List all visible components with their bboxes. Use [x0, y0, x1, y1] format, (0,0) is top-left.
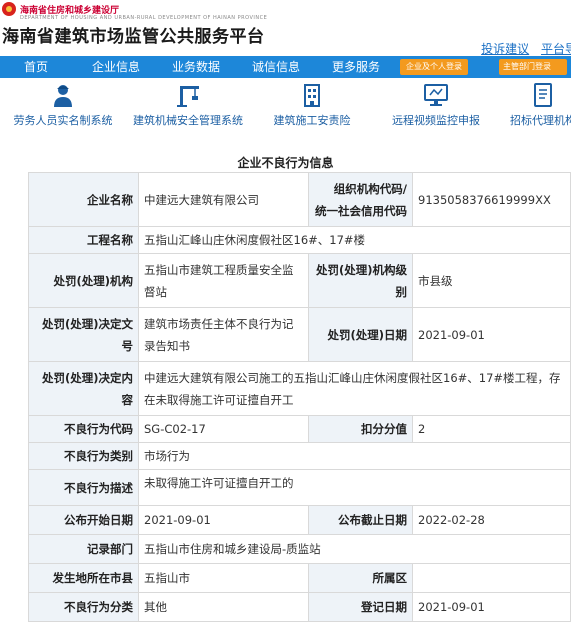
reg-date-value: 2021-09-01 [412, 592, 571, 622]
table-row: 记录部门 五指山市住房和城乡建设局-质监站 [28, 534, 571, 564]
quick-video-monitor[interactable]: 远程视频监控申报 [386, 80, 486, 128]
table-row: 不良行为类别 市场行为 [28, 442, 571, 470]
document-icon [530, 82, 556, 108]
quick-label: 远程视频监控申报 [392, 114, 480, 127]
table-row: 处罚(处理)机构 五指山市建筑工程质量安全监 督站 处罚(处理)机构级别 市县级 [28, 253, 571, 308]
behavior-category-label: 不良行为类别 [28, 442, 139, 470]
dept-name: 海南省住房和城乡建设厅 [20, 5, 120, 16]
behavior-code-value: SG-C02-17 [138, 415, 309, 443]
behavior-category-value: 市场行为 [138, 442, 571, 470]
table-row: 发生地所在市县 五指山市 所属区 [28, 563, 571, 593]
authority-level-label-line2: 别 [395, 284, 408, 299]
org-code-label-line2: 统一社会信用代码 [315, 203, 407, 218]
decision-date-label: 处罚(处理)日期 [308, 307, 413, 362]
table-row: 工程名称 五指山汇峰山庄休闲度假社区16#、17#楼 [28, 226, 571, 254]
pub-start-label: 公布开始日期 [28, 505, 139, 535]
authority-level-label-line1: 处罚(处理)机构级 [315, 262, 407, 277]
behavior-class-value: 其他 [138, 592, 309, 622]
decision-content-value: 中建远大建筑有限公司施工的五指山汇峰山庄休闲度假社区16#、17#楼工程，存 在未… [138, 361, 571, 416]
authority-level-value: 市县级 [412, 253, 571, 308]
district-value [412, 563, 571, 593]
behavior-code-label: 不良行为代码 [28, 415, 139, 443]
main-nav: 首页 企业信息 业务数据 诚信信息 更多服务 企业及个人登录 主管部门登录 [0, 56, 571, 78]
record-dept-label: 记录部门 [28, 534, 139, 564]
table-row: 处罚(处理)决定文号 建筑市场责任主体不良行为记 录告知书 处罚(处理)日期 20… [28, 307, 571, 362]
decision-no-label-line2: 号 [121, 338, 134, 353]
project-name-value: 五指山汇峰山庄休闲度假社区16#、17#楼 [138, 226, 571, 254]
decision-date-value: 2021-09-01 [412, 307, 571, 362]
nav-company-info[interactable]: 企业信息 [92, 56, 140, 78]
nav-more-services[interactable]: 更多服务 [332, 56, 380, 78]
top-links: 投诉建议 平台导 [473, 40, 571, 57]
complaint-link[interactable]: 投诉建议 [481, 42, 529, 56]
bad-behavior-table: 企业名称 中建远大建筑有限公司 组织机构代码/统一社会信用代码 91350583… [28, 172, 571, 622]
record-dept-value: 五指山市住房和城乡建设局-质监站 [138, 534, 571, 564]
table-row: 不良行为代码 SG-C02-17 扣分分值 2 [28, 415, 571, 443]
behavior-class-label: 不良行为分类 [28, 592, 139, 622]
behavior-desc-label: 不良行为描述 [28, 469, 139, 506]
authority-value-line1: 五指山市建筑工程质量安全监 [144, 262, 294, 277]
quick-machinery-safety[interactable]: 建筑机械安全管理系统 [126, 80, 250, 128]
org-code-label: 组织机构代码/统一社会信用代码 [308, 172, 413, 227]
quick-construction-insurance[interactable]: 建筑施工安责险 [262, 80, 362, 128]
decision-content-label-line1: 处罚(处理)决定内 [41, 370, 133, 385]
site-title: 海南省建筑市场监管公共服务平台 [2, 27, 265, 47]
behavior-desc-value: 未取得施工许可证擅自开工的 [138, 469, 571, 506]
decision-no-label: 处罚(处理)决定文号 [28, 307, 139, 362]
table-row: 不良行为描述 未取得施工许可证擅自开工的 [28, 469, 571, 506]
decision-content-line2: 在未取得施工许可证擅自开工 [144, 392, 294, 407]
quick-label: 劳务人员实名制系统 [13, 114, 113, 127]
score-value: 2 [412, 415, 571, 443]
dept-name-en: DEPARTMENT OF HOUSING AND URBAN-RURAL DE… [20, 15, 268, 21]
site-header: 海南省住房和城乡建设厅 DEPARTMENT OF HOUSING AND UR… [0, 0, 571, 56]
quick-labor-realname[interactable]: 劳务人员实名制系统 [8, 80, 118, 128]
dept-login-button[interactable]: 主管部门登录 [499, 59, 567, 75]
table-row: 企业名称 中建远大建筑有限公司 组织机构代码/统一社会信用代码 91350583… [28, 172, 571, 227]
table-row: 处罚(处理)决定内容 中建远大建筑有限公司施工的五指山汇峰山庄休闲度假社区16#… [28, 361, 571, 416]
decision-no-label-line1: 处罚(处理)决定文 [41, 316, 133, 331]
decision-content-label-line2: 容 [121, 392, 134, 407]
nav-credit-info[interactable]: 诚信信息 [252, 56, 300, 78]
table-row: 公布开始日期 2021-09-01 公布截止日期 2022-02-28 [28, 505, 571, 535]
reg-date-label: 登记日期 [308, 592, 413, 622]
pub-start-value: 2021-09-01 [138, 505, 309, 535]
authority-value-line2: 督站 [144, 284, 167, 299]
city-label: 发生地所在市县 [28, 563, 139, 593]
authority-label: 处罚(处理)机构 [28, 253, 139, 308]
quick-label: 建筑机械安全管理系统 [133, 114, 243, 127]
pub-end-label: 公布截止日期 [308, 505, 413, 535]
nav-home[interactable]: 首页 [24, 56, 48, 78]
company-name-label: 企业名称 [28, 172, 139, 227]
worker-icon [50, 82, 76, 108]
dept-logo: 海南省住房和城乡建设厅 [2, 2, 119, 16]
authority-level-label: 处罚(处理)机构级别 [308, 253, 413, 308]
city-value: 五指山市 [138, 563, 309, 593]
authority-value: 五指山市建筑工程质量安全监 督站 [138, 253, 309, 308]
pub-end-value: 2022-02-28 [412, 505, 571, 535]
org-code-value: 9135058376619999XX [412, 172, 571, 227]
table-row: 不良行为分类 其他 登记日期 2021-09-01 [28, 592, 571, 622]
decision-no-value: 建筑市场责任主体不良行为记 录告知书 [138, 307, 309, 362]
org-code-label-line1: 组织机构代码/ [333, 181, 407, 196]
decision-content-label: 处罚(处理)决定内容 [28, 361, 139, 416]
quick-tender-agency[interactable]: 招标代理机构 [498, 80, 571, 128]
quick-label: 招标代理机构 [510, 114, 571, 127]
company-name-value: 中建远大建筑有限公司 [138, 172, 309, 227]
monitor-icon [423, 82, 449, 108]
quick-label: 建筑施工安责险 [273, 114, 351, 127]
nav-business-data[interactable]: 业务数据 [172, 56, 220, 78]
decision-no-value-line2: 录告知书 [144, 338, 190, 353]
building-icon [299, 82, 325, 108]
project-name-label: 工程名称 [28, 226, 139, 254]
quick-links: 劳务人员实名制系统 建筑机械安全管理系统 建筑施工安责险 远程视频监控申报 招标… [0, 80, 571, 132]
platform-guide-link[interactable]: 平台导 [541, 42, 571, 56]
crane-icon [175, 82, 201, 108]
decision-content-line1: 中建远大建筑有限公司施工的五指山汇峰山庄休闲度假社区16#、17#楼工程，存 [144, 370, 561, 385]
district-label: 所属区 [308, 563, 413, 593]
score-label: 扣分分值 [308, 415, 413, 443]
decision-no-value-line1: 建筑市场责任主体不良行为记 [144, 316, 294, 331]
emblem-icon [2, 2, 16, 16]
company-login-button[interactable]: 企业及个人登录 [400, 59, 468, 75]
page-title: 企业不良行为信息 [237, 156, 334, 170]
